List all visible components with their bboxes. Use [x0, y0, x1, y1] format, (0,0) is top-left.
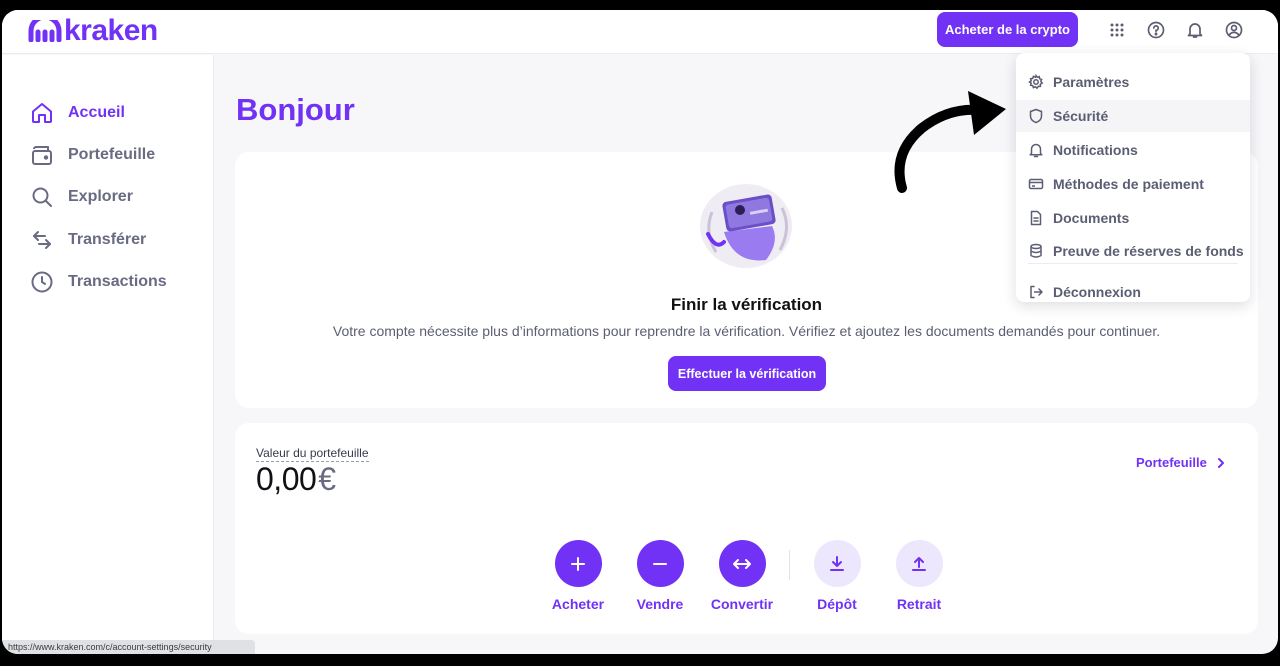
wallet-link[interactable]: Portefeuille: [1136, 455, 1225, 470]
action-label: Dépôt: [817, 596, 857, 612]
sidebar-item-transferer[interactable]: Transférer: [30, 226, 146, 254]
deposit-action[interactable]: Dépôt: [792, 540, 882, 612]
sidebar-item-transactions[interactable]: Transactions: [30, 268, 167, 296]
menu-item-label: Sécurité: [1053, 108, 1109, 124]
app-window: kraken Acheter de la crypto Accueil Port…: [2, 10, 1278, 654]
plus-icon: [554, 540, 602, 587]
apps-grid-icon[interactable]: [1107, 20, 1127, 40]
menu-item-label: Déconnexion: [1053, 284, 1141, 300]
credit-card-icon: [1028, 178, 1044, 190]
wallet-currency: €: [318, 461, 336, 497]
kraken-logo-icon: [28, 20, 62, 42]
sell-action[interactable]: Vendre: [615, 540, 705, 612]
menu-item-label: Documents: [1053, 210, 1130, 226]
gear-icon: [1028, 74, 1044, 90]
kraken-logo[interactable]: kraken: [28, 16, 158, 46]
document-icon: [1030, 210, 1042, 226]
minus-icon: [636, 540, 684, 587]
action-label: Convertir: [710, 596, 774, 612]
bell-icon[interactable]: [1185, 20, 1205, 40]
convert-action[interactable]: Convertir: [697, 540, 787, 612]
sidebar-item-portefeuille[interactable]: Portefeuille: [30, 141, 155, 169]
transfer-icon: [33, 231, 51, 249]
convert-icon: [718, 540, 766, 587]
menu-item-parametres[interactable]: Paramètres: [1016, 66, 1250, 98]
start-verification-button[interactable]: Effectuer la vérification: [668, 356, 826, 391]
verification-illustration: [700, 184, 792, 268]
sidebar-item-label: Accueil: [68, 104, 125, 121]
annotation-arrow-icon: [894, 91, 1006, 193]
sidebar-item-label: Portefeuille: [68, 146, 156, 163]
sidebar-item-label: Transférer: [68, 231, 147, 248]
menu-item-securite[interactable]: Sécurité: [1016, 100, 1250, 132]
withdraw-icon: [895, 540, 943, 587]
menu-item-label: Preuve de réserves de fonds: [1053, 243, 1244, 259]
top-bar: kraken Acheter de la crypto: [2, 10, 1278, 54]
wallet-icon: [32, 146, 52, 165]
sidebar-item-label: Explorer: [68, 188, 133, 205]
help-icon[interactable]: [1146, 20, 1166, 40]
deposit-icon: [813, 540, 861, 587]
verification-description: Votre compte nécessite plus d’informatio…: [332, 323, 1161, 339]
database-icon: [1030, 243, 1042, 258]
menu-item-label: Méthodes de paiement: [1053, 176, 1204, 192]
chevron-right-icon: [1217, 457, 1224, 468]
wallet-amount: 0,00: [256, 461, 317, 497]
action-label: Vendre: [636, 596, 684, 612]
wallet-link-label: Portefeuille: [1136, 455, 1207, 470]
logout-icon: [1030, 285, 1043, 299]
wallet-card: Valeur du portefeuille 0,00€ Portefeuill…: [235, 423, 1258, 634]
action-label: Acheter: [551, 596, 605, 612]
wallet-value-label[interactable]: Valeur du portefeuille: [256, 446, 369, 462]
clock-icon: [31, 271, 53, 293]
menu-divider: [1028, 263, 1238, 264]
shield-icon: [1029, 108, 1043, 124]
sidebar-item-label: Transactions: [68, 273, 167, 290]
wallet-balance: 0,00€: [256, 461, 336, 498]
menu-item-deconnexion[interactable]: Déconnexion: [1016, 276, 1250, 308]
sidebar-item-accueil[interactable]: Accueil: [30, 99, 125, 127]
menu-item-documents[interactable]: Documents: [1016, 202, 1250, 234]
user-icon[interactable]: [1224, 20, 1244, 40]
logo-text: kraken: [64, 14, 158, 47]
search-icon: [32, 187, 52, 207]
sidebar: Accueil Portefeuille Explorer Transférer…: [2, 55, 214, 654]
home-icon: [32, 103, 52, 123]
withdraw-action[interactable]: Retrait: [874, 540, 964, 612]
menu-item-notifications[interactable]: Notifications: [1016, 134, 1250, 166]
page-title: Bonjour: [236, 92, 355, 127]
status-bar-url: https://www.kraken.com/c/account-setting…: [2, 640, 255, 654]
account-menu: Paramètres Sécurité Notifications Méthod…: [1016, 53, 1250, 302]
action-divider: [789, 550, 790, 580]
buy-action[interactable]: Acheter: [533, 540, 623, 612]
menu-item-label: Paramètres: [1053, 74, 1130, 90]
sidebar-item-explorer[interactable]: Explorer: [30, 183, 133, 211]
action-label: Retrait: [896, 596, 942, 612]
buy-crypto-button[interactable]: Acheter de la crypto: [937, 12, 1078, 47]
menu-item-label: Notifications: [1053, 142, 1138, 158]
bell-icon: [1029, 143, 1043, 158]
menu-item-methodes-paiement[interactable]: Méthodes de paiement: [1016, 168, 1250, 200]
